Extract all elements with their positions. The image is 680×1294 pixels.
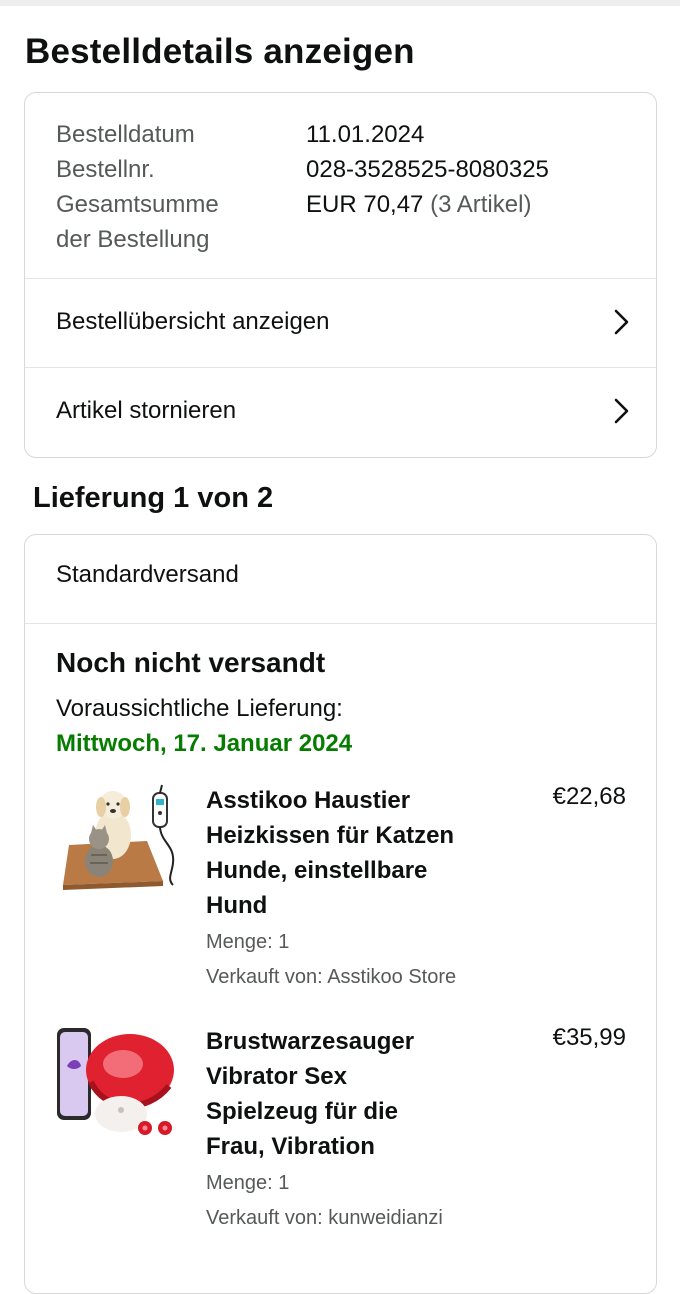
order-number-value: 028-3528525-8080325 <box>306 156 549 183</box>
page-title: Bestelldetails anzeigen <box>25 32 415 71</box>
delivery-estimate-date: Mittwoch, 17. Januar 2024 <box>56 730 353 757</box>
item-title[interactable]: Asstikoo Haustier Heizkissen für Katzen … <box>206 783 496 923</box>
item-seller: Verkauft von: Asstikoo Store <box>206 966 457 988</box>
order-total-label-line2: der Bestellung <box>56 226 210 253</box>
item-title-line: Asstikoo Haustier <box>206 787 411 814</box>
shipment-heading: Lieferung 1 von 2 <box>33 482 274 514</box>
red-device-product-image[interactable] <box>55 1022 180 1147</box>
item-title[interactable]: Brustwarzesauger Vibrator Sex Spielzeug … <box>206 1024 496 1164</box>
order-date-value: 11.01.2024 <box>306 121 425 148</box>
pet-heating-pad-image[interactable] <box>55 783 180 908</box>
order-number-label: Bestellnr. <box>56 156 155 183</box>
order-total-amount: EUR 70,47 <box>306 191 424 218</box>
item-title-line: Hunde, einstellbare <box>206 857 428 884</box>
item-title-line: Frau, Vibration <box>206 1133 375 1160</box>
chevron-right-icon <box>614 309 629 335</box>
item-price: €35,99 <box>552 1024 626 1051</box>
item-title-line: Hund <box>206 892 268 919</box>
order-item-count: (3 Artikel) <box>430 191 532 218</box>
order-summary-grid: Bestelldatum 11.01.2024 Bestellnr. 028-3… <box>56 117 549 257</box>
shipment-status: Noch nicht versandt <box>56 647 326 678</box>
order-date-label: Bestelldatum <box>56 121 195 148</box>
view-order-summary-link[interactable]: Bestellübersicht anzeigen <box>25 278 656 366</box>
item-price: €22,68 <box>552 783 626 810</box>
order-total-value: EUR 70,47 (3 Artikel) <box>306 187 531 257</box>
item-seller: Verkauft von: kunweidianzi <box>206 1207 443 1229</box>
item-quantity: Menge: 1 <box>206 1172 290 1194</box>
order-summary-card: Bestelldatum 11.01.2024 Bestellnr. 028-3… <box>24 92 657 458</box>
order-total-label: Gesamtsumme der Bestellung <box>56 187 306 257</box>
cancel-items-link[interactable]: Artikel stornieren <box>25 367 656 455</box>
item-title-line: Vibrator Sex <box>206 1063 347 1090</box>
item-title-line: Brustwarzesauger <box>206 1028 415 1055</box>
item-title-line: Heizkissen für Katzen <box>206 822 455 849</box>
delivery-estimate-label: Voraussichtliche Lieferung: <box>56 695 343 722</box>
shipping-method: Standardversand <box>56 561 239 588</box>
chevron-right-icon <box>614 398 629 424</box>
item-title-line: Spielzeug für die <box>206 1098 399 1125</box>
item-quantity: Menge: 1 <box>206 931 290 953</box>
cancel-items-label: Artikel stornieren <box>56 397 237 424</box>
order-total-label-line1: Gesamtsumme <box>56 191 219 218</box>
top-divider <box>0 0 680 6</box>
shipment-card: Standardversand Noch nicht versandt Vora… <box>24 534 657 1294</box>
divider <box>25 623 656 624</box>
view-order-summary-label: Bestellübersicht anzeigen <box>56 308 330 335</box>
